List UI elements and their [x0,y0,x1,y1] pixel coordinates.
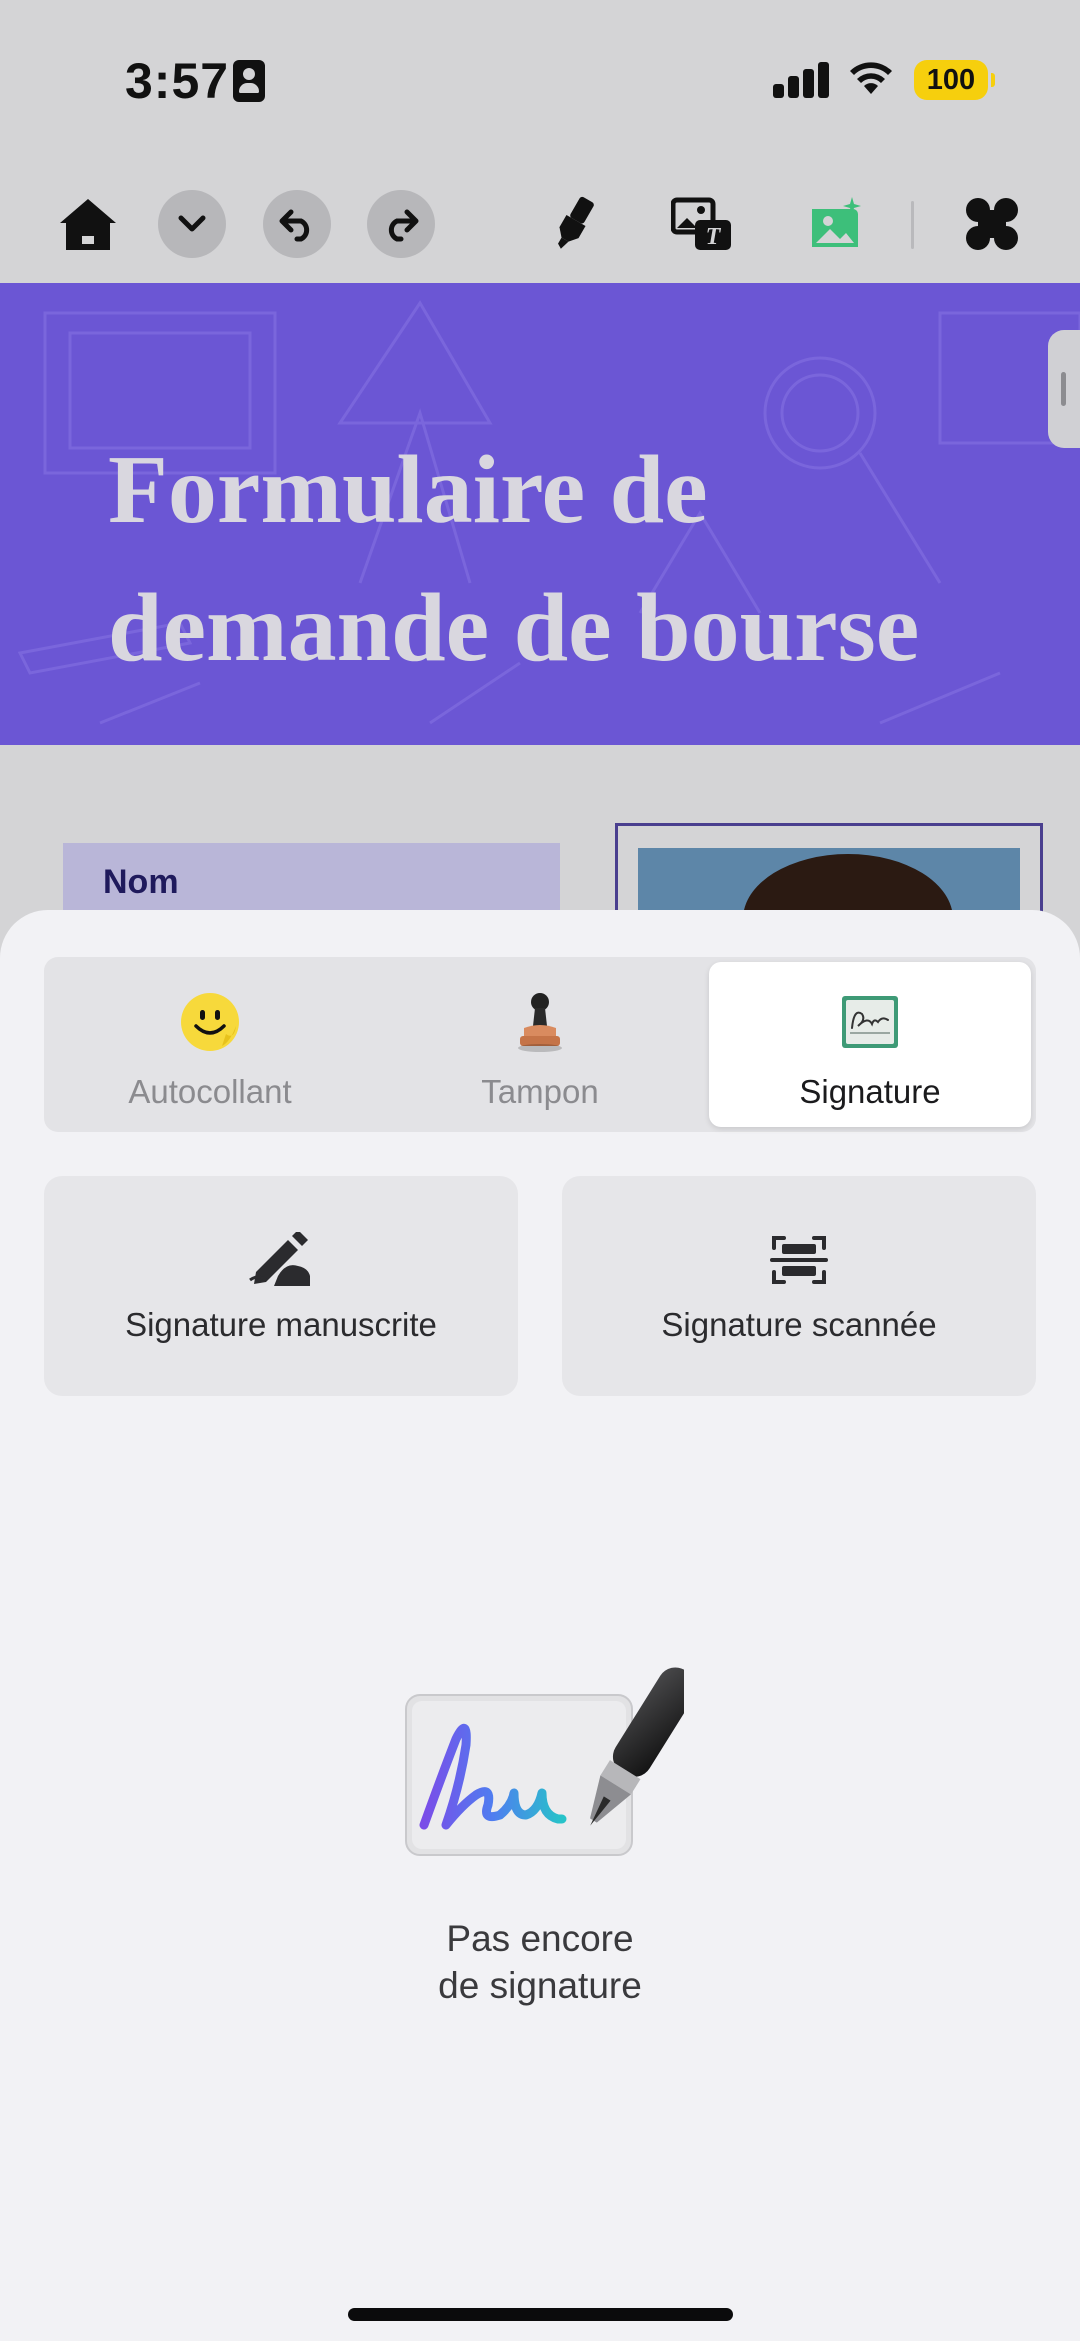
scan-icon [770,1236,828,1284]
handwriting-pen-icon [249,1232,310,1286]
segmented-control: Autocollant Tampon Signature [44,957,1036,1132]
battery-icon: 100 [914,60,995,100]
tab-label: Tampon [481,1073,599,1110]
empty-state-line2: de signature [438,1965,642,2006]
tab-signature[interactable]: Signature [709,962,1031,1127]
home-icon[interactable] [54,190,122,258]
option-label: Signature scannée [661,1306,937,1343]
form-field-label: Nom [103,863,179,901]
tab-autocollant[interactable]: Autocollant [49,962,371,1127]
empty-state-line1: Pas encore [446,1918,634,1959]
toolbar-divider [911,201,914,249]
image-text-icon[interactable]: T [668,190,736,258]
empty-state-text: Pas encore de signature [340,1915,740,2009]
handwritten-signature-button[interactable]: Signature manuscrite [44,1176,518,1396]
bottom-sheet: Autocollant Tampon Signature Signature m… [0,910,1080,2341]
undo-icon[interactable] [263,190,331,258]
tab-label: Autocollant [128,1073,292,1110]
svg-text:T: T [706,224,722,250]
document-title-line2: demande de bourse [108,574,920,682]
status-bar: 3:57 100 [0,0,1080,165]
cellular-signal-icon [773,62,829,98]
apps-grid-icon[interactable] [958,190,1026,258]
smiley-sticker-icon [181,993,239,1051]
document-title: Formulaire de demande de bourse [108,421,1048,697]
document-scroll-handle[interactable] [1048,330,1080,448]
scanned-signature-button[interactable]: Signature scannée [562,1176,1036,1396]
option-label: Signature manuscrite [125,1306,437,1343]
home-indicator[interactable] [348,2308,733,2321]
signature-pen-illustration [405,1667,684,1856]
status-time: 3:57 [125,53,230,109]
rubber-stamp-icon [518,993,562,1052]
tab-tampon[interactable]: Tampon [379,962,701,1127]
redo-icon[interactable] [367,190,435,258]
document-title-line1: Formulaire de [108,436,708,544]
contact-card-icon [233,60,265,102]
signature-icon [842,996,898,1048]
add-signature-image-icon[interactable] [801,190,869,258]
wifi-icon [850,62,892,94]
chevron-down-icon[interactable] [158,190,226,258]
tab-label: Signature [799,1073,941,1110]
editor-toolbar: T [0,165,1080,283]
document-banner: Formulaire de demande de bourse [0,283,1080,745]
highlighter-icon[interactable] [540,190,608,258]
